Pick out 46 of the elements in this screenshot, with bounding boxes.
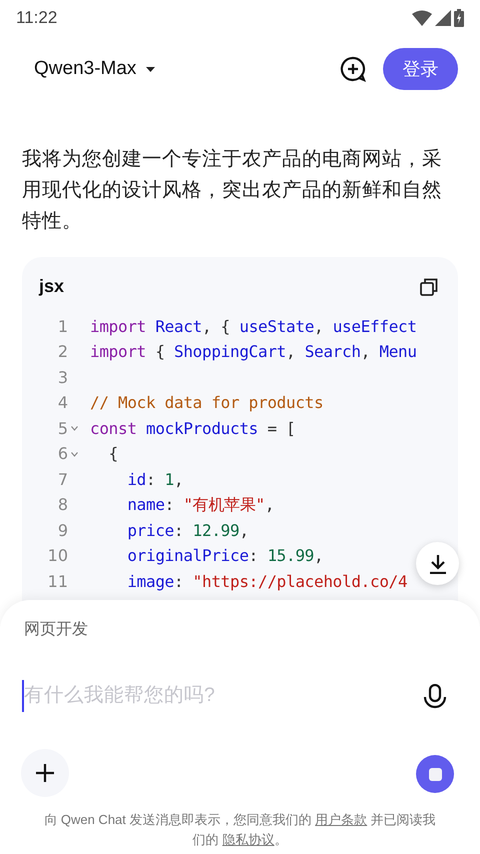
- line-number: 4: [56, 392, 68, 414]
- copy-icon[interactable]: [420, 278, 438, 296]
- line-number: 5: [56, 418, 68, 440]
- fold-chevron-icon[interactable]: [71, 452, 78, 457]
- code-line: const mockProducts = [: [90, 418, 296, 440]
- code-line: import React, { useState, useEffect: [90, 316, 417, 338]
- plus-icon: [35, 763, 55, 783]
- new-chat-icon[interactable]: [340, 56, 366, 82]
- line-number: 9: [56, 520, 68, 542]
- caret-icon: [146, 66, 156, 72]
- code-line: import { ShoppingCart, Search, Menu: [90, 341, 417, 364]
- code-line: name: "有机苹果",: [126, 494, 274, 516]
- code-line: originalPrice: 15.99,: [126, 545, 324, 568]
- code-line: // Mock data for products: [90, 392, 324, 414]
- code-line: image: "https://placehold.co/4: [126, 570, 408, 593]
- microphone-icon[interactable]: [423, 684, 447, 710]
- disclaimer-text: 向 Qwen Chat 发送消息即表示，您同意我们的 用户条款 并已阅读我们的 隐私协议。: [44, 811, 436, 849]
- stop-icon: [428, 768, 442, 780]
- signal-icon: [435, 10, 451, 26]
- line-number: 7: [56, 468, 68, 491]
- message-text: 我将为您创建一个专注于农产品的电商网站，采用现代化的设计风格，突出农产品的新鲜和自然特性。: [21, 147, 443, 234]
- download-icon: [428, 554, 446, 574]
- battery-icon: [454, 9, 464, 27]
- text-cursor: [22, 680, 24, 712]
- code-line: {: [108, 443, 118, 466]
- line-number: 11: [46, 570, 68, 593]
- code-line: id: 1,: [126, 468, 184, 491]
- line-number: 8: [56, 494, 68, 516]
- status-time: 11:22: [16, 7, 58, 30]
- code-language: jsx: [39, 275, 64, 298]
- fold-chevron-icon[interactable]: [71, 426, 78, 432]
- line-number: 2: [56, 341, 68, 364]
- privacy-link[interactable]: 隐私协议: [222, 832, 274, 847]
- message-input[interactable]: 有什么我能帮您的吗?: [24, 681, 384, 711]
- line-number: 1: [56, 316, 68, 338]
- wifi-icon: [412, 10, 432, 26]
- terms-link[interactable]: 用户条款: [315, 812, 368, 827]
- add-button[interactable]: [21, 749, 69, 797]
- mode-label: 网页开发: [24, 620, 88, 640]
- model-selector[interactable]: Qwen3-Max: [34, 54, 156, 84]
- line-number: 10: [46, 545, 68, 568]
- code-line: price: 12.99,: [126, 520, 249, 542]
- stop-button[interactable]: [416, 755, 454, 793]
- line-number: 6: [56, 443, 68, 466]
- line-number: 3: [56, 366, 68, 389]
- login-button[interactable]: 登录: [383, 48, 458, 90]
